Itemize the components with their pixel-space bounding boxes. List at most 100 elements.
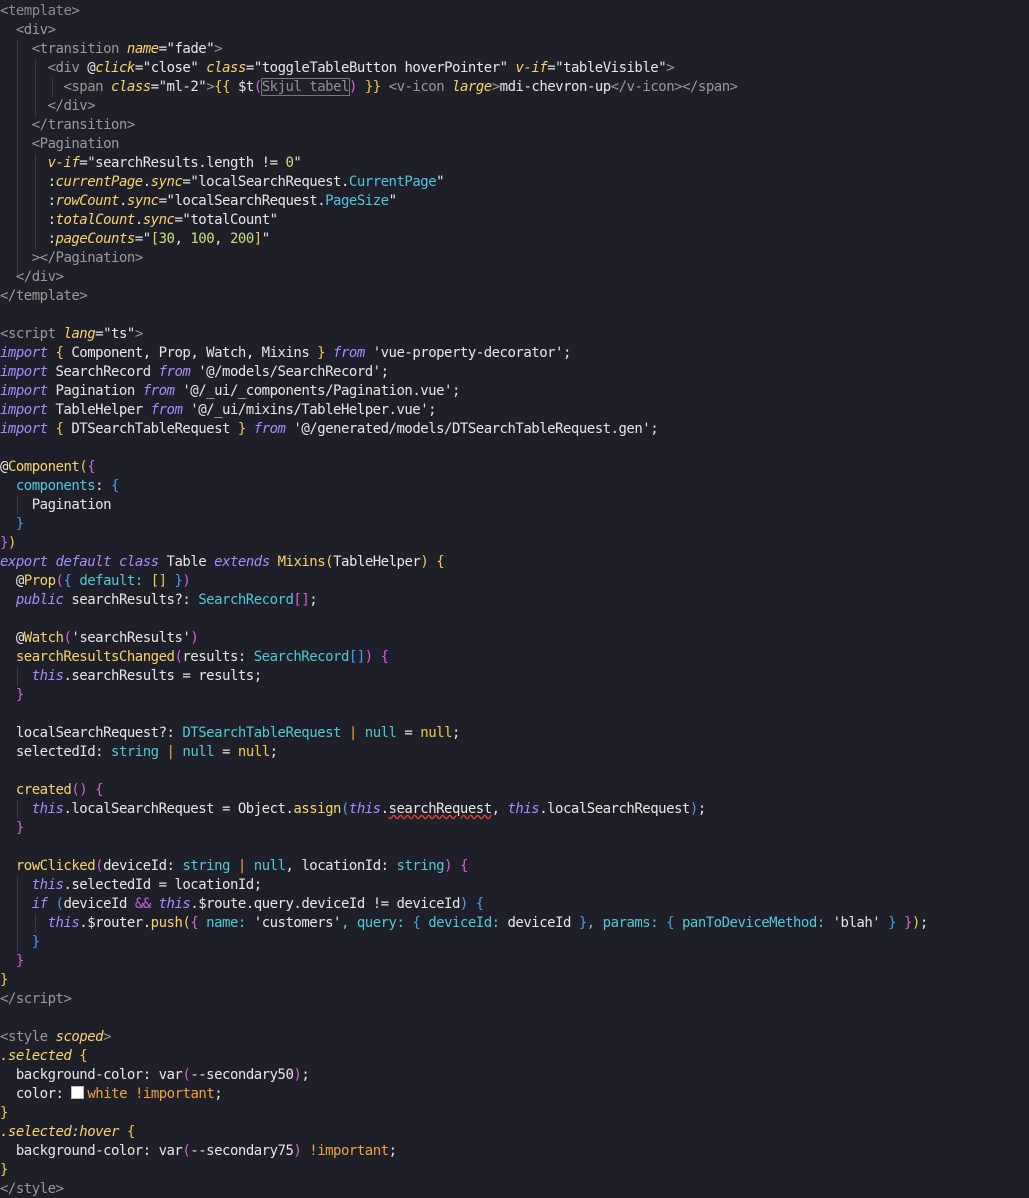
code-token: && [134,896,151,912]
code-line[interactable]: } [0,819,24,838]
code-line[interactable]: background-color: var(--secondary75) !im… [0,1142,397,1161]
code-line[interactable]: this.$router.push({ name: 'customers', q… [0,914,929,933]
code-line[interactable]: </template> [0,287,88,306]
code-line[interactable]: } [0,515,24,534]
code-line[interactable]: import TableHelper from '@/_ui/mixins/Ta… [0,401,437,420]
code-line[interactable]: } [0,686,24,705]
code-token: Component, Prop, Watch, Mixins [63,345,318,361]
code-token: } [31,934,40,950]
code-token: '@/models/SearchRecord'; [190,364,389,380]
code-token: </ [47,98,64,114]
code-token: ) [444,858,453,874]
code-line[interactable]: } [0,1104,8,1123]
code-line[interactable]: </script> [0,990,72,1009]
code-token: totalCount [55,212,136,228]
code-line[interactable]: :pageCounts="[30, 100, 200]" [0,230,271,249]
code-line[interactable]: :rowCount.sync="localSearchRequest.PageS… [0,192,397,211]
code-line[interactable]: .selected:hover { [0,1123,135,1142]
code-token: } [15,953,24,969]
code-line[interactable]: export default class Table extends Mixin… [0,553,445,572]
code-line[interactable]: .selected { [0,1047,88,1066]
code-line[interactable]: </transition> [0,116,136,135]
code-line[interactable]: this.selectedId = locationId; [0,876,262,895]
code-line[interactable]: <transition name="fade"> [0,40,223,59]
code-line[interactable]: <div> [0,21,56,40]
code-token: "localSearchRequest. [190,174,349,190]
code-token: = [150,79,159,95]
code-line[interactable]: created() { [0,781,104,800]
code-editor[interactable]: <template> <div> <transition name="fade"… [0,0,1029,1198]
code-line[interactable]: :totalCount.sync="totalCount" [0,211,278,230]
code-line[interactable]: }) [0,534,16,553]
code-line[interactable]: </div> [0,97,96,116]
code-line[interactable]: <div @click="close" class="toggleTableBu… [0,59,675,78]
code-line[interactable]: rowClicked(deviceId: string | null, loca… [0,857,469,876]
code-line[interactable]: this.searchResults = results; [0,667,262,686]
code-token: this [507,801,540,817]
code-token: .selectedId = locationId; [63,877,262,893]
code-token: @ [15,573,24,589]
code-token: Prop [23,573,56,589]
code-token: : [47,231,56,247]
code-token: Pagination [31,497,112,513]
code-token: mdi-chevron-up [499,79,612,95]
code-token: ] [253,231,262,247]
code-line[interactable]: public searchResults?: SearchRecord[]; [0,591,318,610]
code-line[interactable]: v-if="searchResults.length != 0" [0,154,302,173]
code-line[interactable]: import SearchRecord from '@/models/Searc… [0,363,389,382]
code-line[interactable]: } [0,933,40,952]
code-line[interactable]: background-color: var(--secondary50); [0,1066,310,1085]
code-token: deviceId: [420,915,508,931]
code-token: background-color [15,1143,143,1159]
code-token: > [55,1181,64,1197]
code-line[interactable]: :currentPage.sync="localSearchRequest.Cu… [0,173,445,192]
code-token: , locationId: [285,858,397,874]
code-line[interactable]: } [0,1161,8,1180]
code-token: "localSearchRequest. [166,193,326,209]
code-token: ( [325,554,334,570]
code-line[interactable]: @Watch('searchResults') [0,629,199,648]
code-line[interactable]: </div> [0,268,64,287]
code-token: { [87,459,96,475]
code-line[interactable]: </style> [0,1180,64,1198]
code-line[interactable]: ></Pagination> [0,249,144,268]
code-token: import [0,402,48,418]
code-line[interactable]: import { Component, Prop, Watch, Mixins … [0,344,571,363]
code-line[interactable]: <template> [0,2,80,21]
code-token: deviceId [63,896,135,912]
code-line[interactable]: selectedId: string | null = null; [0,743,278,762]
code-line[interactable]: <script lang="ts"> [0,325,143,344]
code-line[interactable]: } [0,952,24,971]
code-line[interactable]: import Pagination from '@/_ui/_component… [0,382,460,401]
code-line[interactable]: @Component({ [0,458,96,477]
code-line[interactable]: color: white !important; [0,1085,223,1104]
code-token: , query: [340,915,413,931]
code-token: ) [364,649,373,665]
code-line[interactable]: components: { [0,477,120,496]
code-line[interactable]: import { DTSearchTableRequest } from '@/… [0,420,659,439]
code-line[interactable]: <span class="ml-2">{{ $t(Skjul tabel) }}… [0,78,738,97]
code-line[interactable]: searchResultsChanged(results: SearchReco… [0,648,389,667]
code-line[interactable]: <Pagination [0,135,120,154]
code-line[interactable]: this.localSearchRequest = Object.assign(… [0,800,707,819]
code-token: " [261,231,270,247]
code-token: .$route.query.deviceId != deviceId [190,896,460,912]
code-line[interactable]: if (deviceId && this.$route.query.device… [0,895,484,914]
code-token: div [23,22,48,38]
code-line[interactable]: localSearchRequest?: DTSearchTableReques… [0,724,461,743]
code-token: } [237,421,246,437]
code-token: ; [214,1086,223,1102]
code-line[interactable]: <style scoped> [0,1028,112,1047]
code-token: TableHelper [333,554,421,570]
code-line[interactable]: @Prop({ default: [] }) [0,572,191,591]
code-line[interactable]: } [0,971,8,990]
code-line[interactable]: Pagination [0,496,112,515]
